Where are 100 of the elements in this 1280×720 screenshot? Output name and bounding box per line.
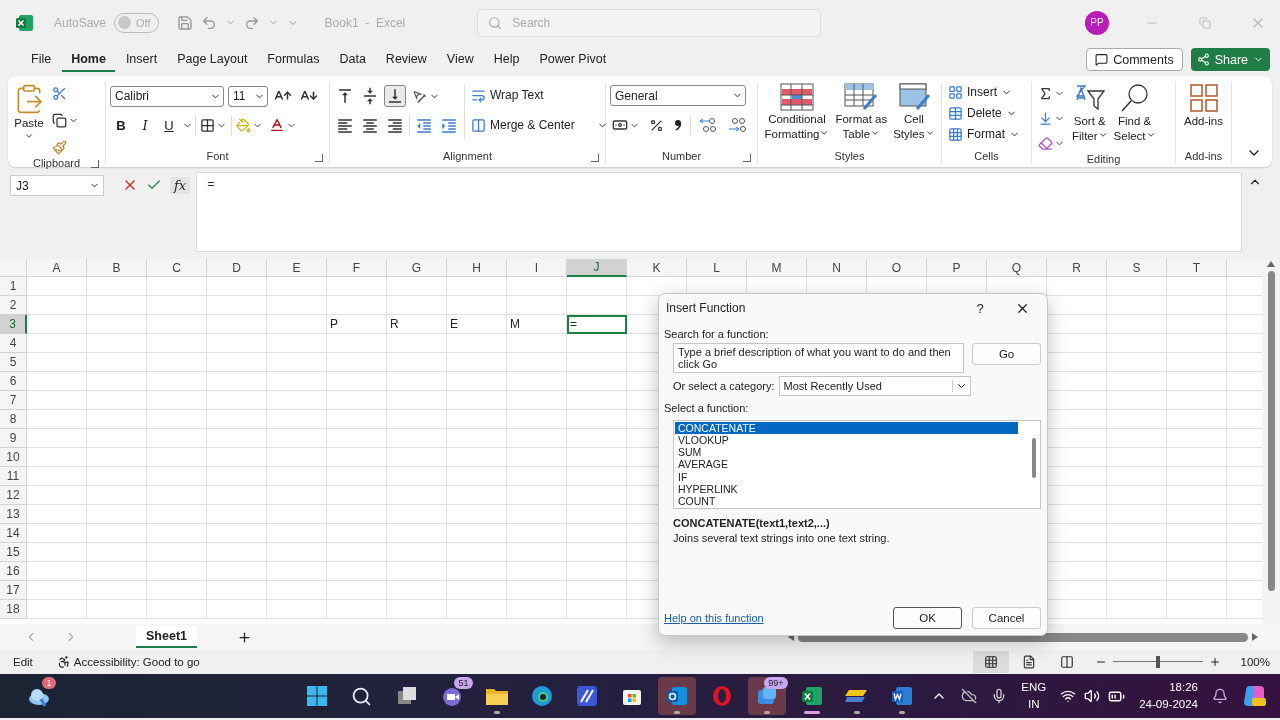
ribbon-tab[interactable]: View [437, 47, 483, 72]
dialog-launcher-icon[interactable] [743, 154, 751, 162]
sheet-cell[interactable]: = [567, 315, 627, 334]
cells-menu-button[interactable]: Insert [946, 82, 1022, 102]
copilot-icon[interactable] [1242, 684, 1266, 708]
accessibility-status[interactable]: Accessibility: Good to go [56, 655, 200, 669]
dialog-launcher-icon[interactable] [91, 160, 99, 168]
column-header[interactable]: M [747, 259, 807, 277]
row-header[interactable]: 11 [0, 467, 27, 486]
column-header[interactable]: Q [987, 259, 1047, 277]
account-avatar[interactable]: PP [1085, 10, 1109, 35]
ribbon-tab[interactable]: Home [62, 47, 115, 72]
row-header[interactable]: 12 [0, 486, 27, 505]
row-header[interactable]: 15 [0, 543, 27, 562]
row-header[interactable]: 7 [0, 391, 27, 410]
sheet-cell[interactable]: M [507, 315, 567, 334]
help-button[interactable]: ? [961, 296, 999, 320]
column-header[interactable]: T [1167, 259, 1227, 277]
share-button[interactable]: Share [1190, 48, 1270, 71]
wrap-text-button[interactable]: Wrap Text [469, 85, 610, 105]
column-header[interactable]: L [687, 259, 747, 277]
row-header[interactable]: 2 [0, 296, 27, 315]
ribbon-tab[interactable]: Help [484, 47, 529, 72]
underline-button[interactable]: U [158, 116, 180, 134]
dialog-launcher-icon[interactable] [591, 154, 599, 162]
column-header[interactable]: I [507, 259, 567, 277]
column-header[interactable]: F [327, 259, 387, 277]
column-header[interactable]: G [387, 259, 447, 277]
scroll-right-icon[interactable] [1252, 633, 1258, 641]
font-name-field[interactable]: Calibri [110, 85, 224, 107]
language-indicator[interactable]: ENG IN [1021, 679, 1047, 713]
function-item[interactable]: COUNT [675, 494, 1018, 507]
row-header[interactable]: 18 [0, 600, 27, 619]
sheet-cell[interactable]: R [387, 315, 447, 334]
ribbon-tab[interactable]: Formulas [258, 47, 329, 72]
row-header[interactable]: 14 [0, 524, 27, 543]
bold-button[interactable]: B [110, 116, 132, 134]
function-item[interactable]: CONCATENATE [675, 422, 1018, 435]
wifi-icon[interactable] [1060, 688, 1077, 704]
column-header[interactable]: C [147, 259, 207, 277]
row-header[interactable]: 13 [0, 505, 27, 524]
row-header[interactable]: 17 [0, 581, 27, 600]
cells-menu-button[interactable]: Delete [946, 103, 1022, 123]
insert-function-button[interactable]: fx [170, 177, 191, 194]
sheet-cell[interactable]: P [327, 315, 387, 334]
column-header[interactable]: A [27, 259, 87, 277]
function-item[interactable]: AVERAGE [675, 458, 1018, 471]
ribbon-button[interactable]: Conditional Formatting [763, 82, 831, 142]
vertical-align-button[interactable] [384, 85, 406, 107]
list-scrollbar[interactable] [1032, 438, 1036, 478]
comments-button[interactable]: Comments [1086, 48, 1183, 71]
row-header[interactable]: 5 [0, 353, 27, 372]
row-header[interactable]: 8 [0, 410, 27, 429]
ribbon-tab[interactable]: Power Pivot [530, 47, 616, 72]
sheet-tab[interactable]: Sheet1 [136, 626, 197, 648]
sheet-cell[interactable]: E [447, 315, 507, 334]
function-item[interactable]: HYPERLINK [675, 482, 1018, 495]
dialog-launcher-icon[interactable] [315, 154, 323, 162]
function-item[interactable]: IF [675, 470, 1018, 483]
cloud-off-icon[interactable] [961, 688, 978, 704]
ribbon-button[interactable]: Format as Table [834, 82, 889, 142]
taskbar-app[interactable]: 51 [432, 677, 471, 715]
add-sheet-icon[interactable] [237, 629, 252, 645]
italic-button[interactable]: I [134, 116, 156, 134]
notification-icon[interactable] [1212, 688, 1228, 704]
column-header[interactable]: E [267, 259, 327, 277]
column-header[interactable]: N [807, 259, 867, 277]
scroll-up-icon[interactable] [1267, 261, 1275, 267]
row-header[interactable]: 4 [0, 334, 27, 353]
column-header[interactable]: D [207, 259, 267, 277]
formula-field[interactable]: = [196, 172, 1242, 252]
view-button[interactable] [972, 651, 1009, 673]
category-dropdown[interactable]: Most Recently Used [778, 376, 971, 396]
paste-button[interactable]: Paste [12, 82, 46, 157]
row-header[interactable]: 9 [0, 429, 27, 448]
clock[interactable]: 18:26 24-09-2024 [1139, 679, 1198, 713]
column-header[interactable]: R [1047, 259, 1107, 277]
ok-button[interactable]: OK [893, 607, 962, 629]
ribbon-tab[interactable]: Page Layout [168, 47, 257, 72]
zoom-in-icon[interactable] [1208, 656, 1221, 668]
ribbon-tab[interactable]: Data [330, 47, 375, 72]
taskbar-app[interactable] [657, 677, 696, 715]
merge-center-button[interactable]: Merge & Center [469, 115, 610, 135]
go-button[interactable]: Go [972, 343, 1041, 365]
ribbon-tab[interactable]: File [22, 47, 61, 72]
column-header[interactable]: S [1107, 259, 1167, 277]
cells-menu-button[interactable]: Format [946, 124, 1022, 144]
ribbon-button[interactable]: Find & Select [1112, 82, 1157, 153]
row-header[interactable]: 16 [0, 562, 27, 581]
column-header[interactable]: H [447, 259, 507, 277]
row-header[interactable]: 3 [0, 315, 27, 334]
function-item[interactable]: VLOOKUP [675, 434, 1018, 447]
column-header[interactable]: O [867, 259, 927, 277]
name-box[interactable]: J3 [10, 175, 104, 196]
ribbon-tab[interactable]: Insert [116, 47, 167, 72]
taskbar-app[interactable]: 99+ [747, 677, 786, 715]
ribbon-button[interactable]: Sort & Filter [1071, 82, 1109, 153]
ribbon-button[interactable]: Cell Styles [892, 82, 936, 142]
ribbon-button[interactable]: Add-ins [1183, 82, 1224, 129]
row-header[interactable]: 10 [0, 448, 27, 467]
